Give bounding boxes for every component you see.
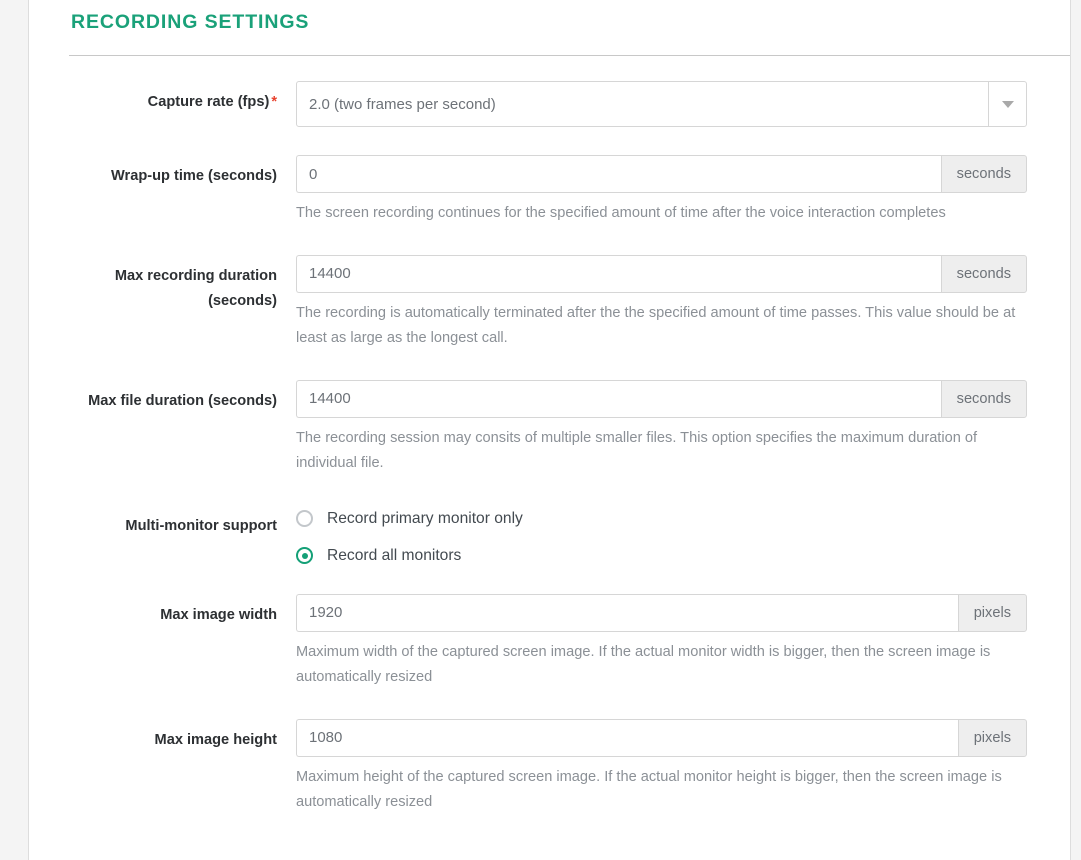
field-row-capture-rate: Capture rate (fps)* 2.0 (two frames per … — [49, 81, 1050, 127]
max-image-width-label: Max image width — [49, 594, 296, 628]
radio-record-all-monitors[interactable]: Record all monitors — [296, 546, 1027, 566]
field-row-multi-monitor-support: Multi-monitor support Record primary mon… — [49, 505, 1050, 566]
capture-rate-label: Capture rate (fps)* — [49, 81, 296, 115]
field-row-max-image-height: Max image height pixels Maximum height o… — [49, 719, 1050, 816]
max-recording-duration-label: Max recording duration (seconds) — [49, 255, 296, 314]
capture-rate-control: 2.0 (two frames per second) — [296, 81, 1050, 127]
field-row-max-recording-duration: Max recording duration (seconds) seconds… — [49, 255, 1050, 352]
field-row-max-image-width: Max image width pixels Maximum width of … — [49, 594, 1050, 691]
spacer — [49, 352, 1050, 380]
multi-monitor-support-control: Record primary monitor only Record all m… — [296, 505, 1050, 566]
recording-settings-form: Capture rate (fps)* 2.0 (two frames per … — [49, 56, 1050, 816]
max-recording-duration-unit-addon: seconds — [941, 255, 1027, 293]
capture-rate-select-wrap: 2.0 (two frames per second) — [296, 81, 1027, 127]
max-file-duration-unit-addon: seconds — [941, 380, 1027, 418]
radio-label-primary: Record primary monitor only — [327, 509, 523, 529]
max-image-height-label: Max image height — [49, 719, 296, 753]
max-recording-duration-control: seconds The recording is automatically t… — [296, 255, 1050, 352]
max-file-duration-help: The recording session may consits of mul… — [296, 426, 1024, 477]
chevron-down-icon[interactable] — [989, 81, 1027, 127]
max-file-duration-input[interactable] — [296, 380, 941, 418]
capture-rate-selected-value: 2.0 (two frames per second) — [309, 96, 496, 113]
wrap-up-time-control: seconds The screen recording continues f… — [296, 155, 1050, 227]
max-image-width-unit-addon: pixels — [958, 594, 1027, 632]
spacer — [49, 477, 1050, 505]
max-recording-duration-input[interactable] — [296, 255, 941, 293]
wrap-up-time-input[interactable] — [296, 155, 941, 193]
max-recording-duration-input-group: seconds — [296, 255, 1027, 293]
required-asterisk: * — [269, 94, 277, 110]
field-row-max-file-duration: Max file duration (seconds) seconds The … — [49, 380, 1050, 477]
max-image-height-input[interactable] — [296, 719, 958, 757]
max-file-duration-label: Max file duration (seconds) — [49, 380, 296, 414]
spacer — [49, 691, 1050, 719]
max-image-width-input[interactable] — [296, 594, 958, 632]
max-file-duration-input-group: seconds — [296, 380, 1027, 418]
max-image-width-control: pixels Maximum width of the captured scr… — [296, 594, 1050, 691]
wrap-up-time-input-group: seconds — [296, 155, 1027, 193]
capture-rate-label-text: Capture rate (fps) — [148, 94, 270, 110]
max-file-duration-control: seconds The recording session may consit… — [296, 380, 1050, 477]
max-recording-duration-help: The recording is automatically terminate… — [296, 301, 1024, 352]
radio-label-all: Record all monitors — [327, 546, 461, 566]
max-image-height-unit-addon: pixels — [958, 719, 1027, 757]
max-image-height-input-group: pixels — [296, 719, 1027, 757]
max-image-height-control: pixels Maximum height of the captured sc… — [296, 719, 1050, 816]
max-image-width-help: Maximum width of the captured screen ima… — [296, 640, 1024, 691]
wrap-up-time-label: Wrap-up time (seconds) — [49, 155, 296, 189]
spacer — [49, 566, 1050, 594]
radio-record-primary-monitor-only[interactable]: Record primary monitor only — [296, 509, 1027, 529]
multi-monitor-support-label: Multi-monitor support — [49, 505, 296, 539]
spacer — [49, 127, 1050, 155]
radio-icon-unchecked — [296, 510, 313, 527]
wrap-up-time-help: The screen recording continues for the s… — [296, 201, 1024, 227]
section-header: RECORDING SETTINGS — [49, 0, 1050, 33]
settings-panel: RECORDING SETTINGS Capture rate (fps)* 2… — [28, 0, 1071, 860]
radio-icon-checked — [296, 547, 313, 564]
multi-monitor-radio-group: Record primary monitor only Record all m… — [296, 505, 1027, 566]
page-title: RECORDING SETTINGS — [71, 12, 1050, 33]
wrap-up-time-unit-addon: seconds — [941, 155, 1027, 193]
spacer — [49, 227, 1050, 255]
field-row-wrap-up-time: Wrap-up time (seconds) seconds The scree… — [49, 155, 1050, 227]
max-image-height-help: Maximum height of the captured screen im… — [296, 765, 1024, 816]
max-image-width-input-group: pixels — [296, 594, 1027, 632]
capture-rate-select[interactable]: 2.0 (two frames per second) — [296, 81, 1027, 127]
